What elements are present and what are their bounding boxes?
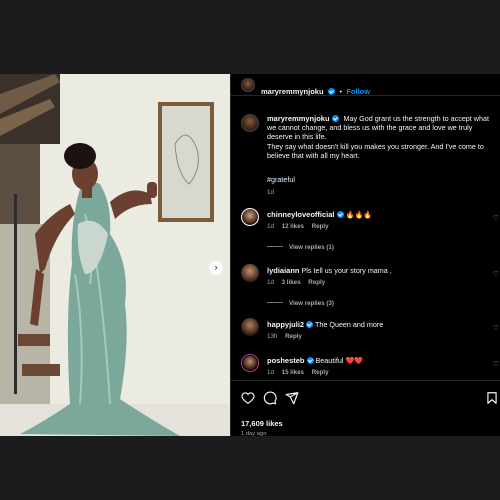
reply-button[interactable]: Reply [308,279,325,286]
verified-icon [306,357,314,364]
action-bar: 17,609 likes 1 day ago [231,380,500,437]
comment-body: Beautiful ❤️❤️ [315,356,364,365]
comment-meta: 1d 15 likes Reply [267,369,329,376]
comment-time: 1d [267,369,274,376]
comment-likes[interactable]: 12 likes [282,223,304,230]
comment-body: 🔥🔥🔥 [345,210,373,219]
post-age: 1 day ago [241,431,267,437]
heart-icon[interactable]: ♡ [493,360,499,368]
view-replies-button[interactable]: View replies (3) [267,300,334,307]
verified-icon [327,88,335,95]
follow-button[interactable]: Follow [346,87,370,96]
header-username[interactable]: maryremmynjoku [261,87,324,96]
caption-username[interactable]: maryremmynjoku [267,114,330,123]
caption-text: maryremmynjoku May God grant us the stre… [267,114,495,160]
comment-username[interactable]: poshesteb [267,356,305,365]
chevron-right-icon: › [214,262,218,272]
reply-button[interactable]: Reply [312,369,329,376]
divider [267,302,283,303]
post-photo[interactable]: › [0,74,230,436]
verified-icon [336,211,344,218]
heart-icon[interactable]: ♡ [493,324,499,332]
hashtag-link[interactable]: #grateful [267,175,295,184]
avatar[interactable] [241,78,255,92]
comment-text: lydiaiann Pls tell us your story mama , [267,266,392,275]
separator-dot: • [339,89,342,96]
instagram-post: › maryremmynjoku • Follow maryremmynjoku… [0,74,500,437]
next-image-button[interactable]: › [209,261,223,275]
caption-avatar[interactable] [241,114,259,132]
comment-icon[interactable] [263,391,277,405]
caption-time: 1d [267,189,274,196]
comment-text: happyjuli2 The Queen and more [267,320,383,329]
comment-avatar[interactable] [241,318,259,336]
comment-username[interactable]: happyjuli2 [267,320,304,329]
reply-button[interactable]: Reply [312,223,329,230]
comment-time: 1d [267,223,274,230]
comment-avatar[interactable] [241,208,259,226]
heart-icon[interactable] [241,391,255,405]
heart-icon[interactable]: ♡ [493,270,499,278]
verified-icon [306,321,314,328]
comment-meta: 13h Reply [267,333,302,340]
comment-meta: 1d 3 likes Reply [267,279,325,286]
comment-body: Pls tell us your story mama , [301,266,392,275]
comment-meta: 1d 12 likes Reply [267,223,329,230]
comment-text: chinneyloveofficial 🔥🔥🔥 [267,210,372,219]
share-icon[interactable] [285,391,299,405]
comment-time: 13h [267,333,278,340]
comment-text: poshesteb Beautiful ❤️❤️ [267,356,363,365]
comment-time: 1d [267,279,274,286]
comment-likes[interactable]: 15 likes [282,369,304,376]
post-details-panel: maryremmynjoku • Follow maryremmynjoku M… [230,74,500,437]
comment-avatar[interactable] [241,264,259,282]
likes-count[interactable]: 17,609 likes [241,419,283,428]
caption-body-2: They say what doesn't kill you makes you… [267,141,484,160]
reply-button[interactable]: Reply [285,333,302,340]
divider [267,246,283,247]
comment-username[interactable]: chinneyloveofficial [267,210,335,219]
post-header: maryremmynjoku • Follow [231,74,500,96]
bookmark-icon[interactable] [485,391,499,405]
post-image [0,74,230,436]
comment-body: The Queen and more [314,320,384,329]
comment-username[interactable]: lydiaiann [267,266,300,275]
comment-avatar[interactable] [241,354,259,372]
view-replies-button[interactable]: View replies (1) [267,244,334,251]
comment-likes[interactable]: 3 likes [282,279,301,286]
verified-icon [331,115,339,122]
heart-icon[interactable]: ♡ [493,214,499,222]
